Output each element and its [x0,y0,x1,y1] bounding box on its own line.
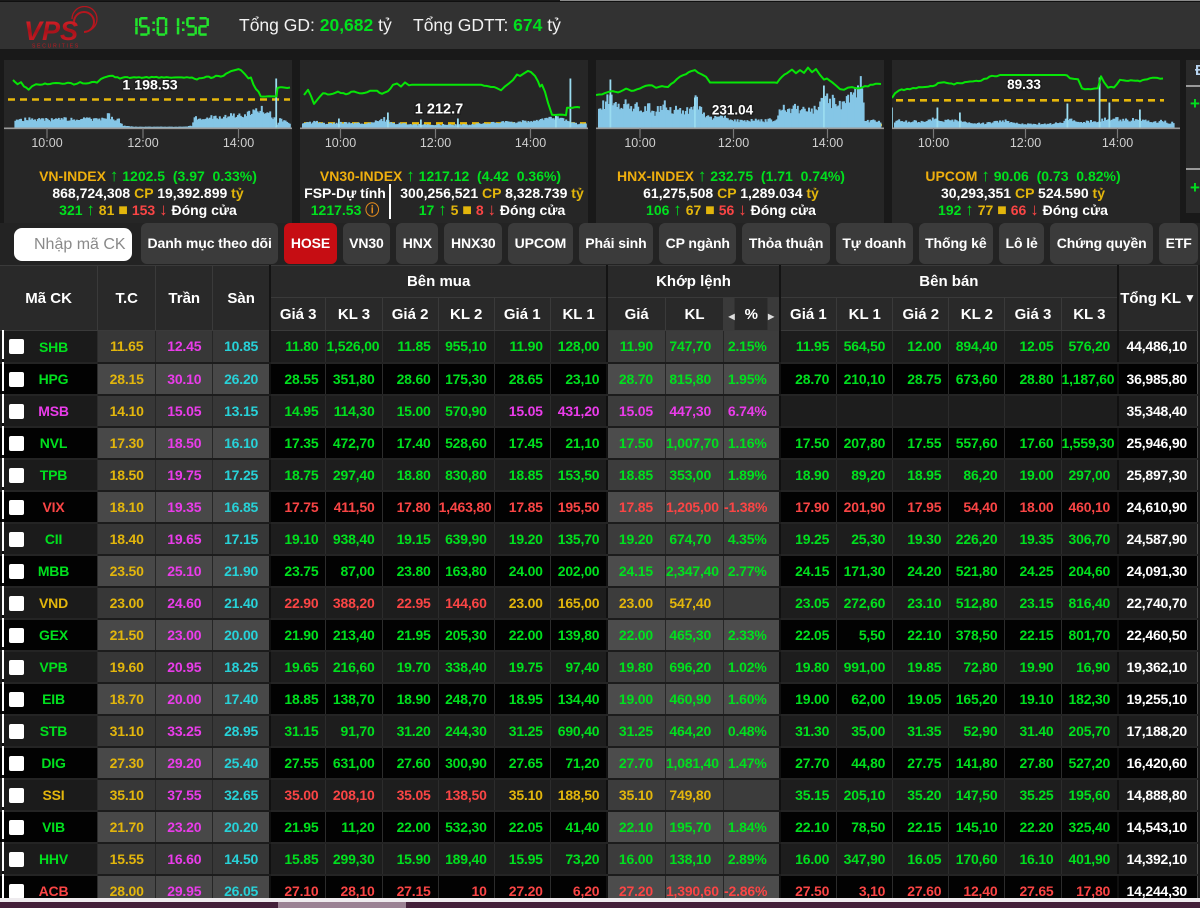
svg-text:SECURITIES: SECURITIES [32,44,80,50]
svg-text:12:00: 12:00 [127,136,158,148]
svg-text:14:00: 14:00 [812,136,843,148]
svg-text:14:00: 14:00 [223,136,254,148]
svg-text:1 212.7: 1 212.7 [415,102,463,118]
svg-text:12:00: 12:00 [1010,136,1041,148]
svg-text:14:00: 14:00 [1102,136,1133,148]
svg-text:14:00: 14:00 [515,136,546,148]
svg-text:89.33: 89.33 [1007,77,1041,92]
svg-text:231.04: 231.04 [712,103,754,118]
svg-text:10:00: 10:00 [31,136,62,148]
svg-text:10:00: 10:00 [325,136,356,148]
svg-text:12:00: 12:00 [420,136,451,148]
svg-text:VPS: VPS [24,16,78,46]
svg-text:12:00: 12:00 [718,136,749,148]
svg-text:1 198.53: 1 198.53 [122,78,177,94]
svg-text:10:00: 10:00 [918,136,949,148]
svg-text:10:00: 10:00 [624,136,655,148]
